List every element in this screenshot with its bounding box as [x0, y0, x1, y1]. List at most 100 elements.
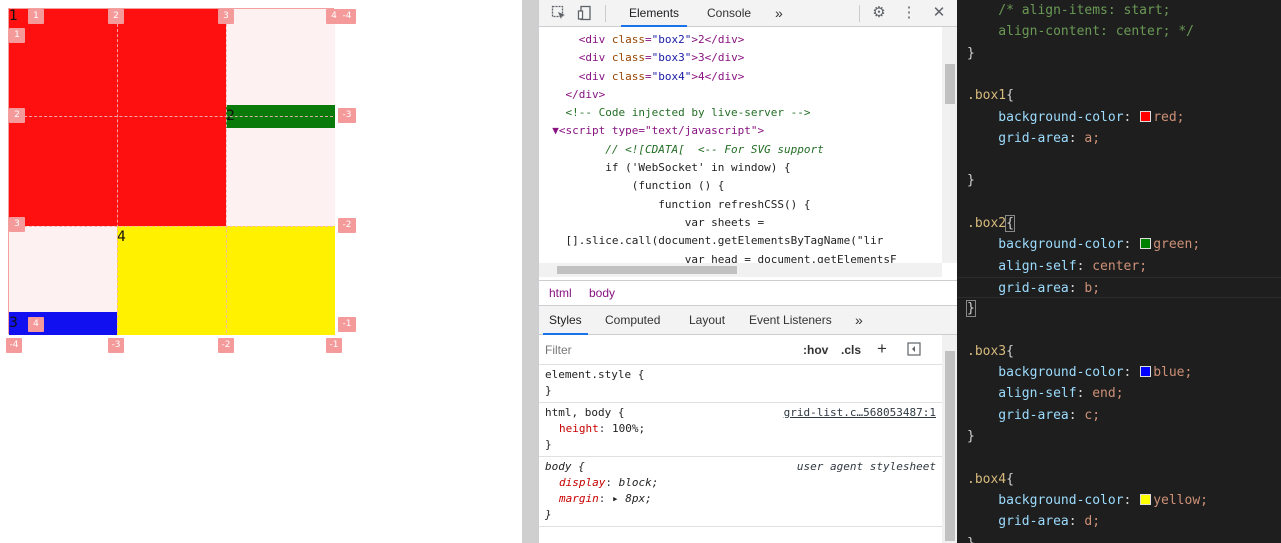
editor-declaration-line[interactable]: align-self: end;	[967, 383, 1123, 404]
more-tabs-button[interactable]: »	[775, 0, 783, 27]
devtools-toolbar: Elements Console » ⚙ ⋮ ✕	[539, 0, 958, 27]
dom-tree-scrollbar[interactable]	[942, 27, 958, 263]
editor-declaration-line[interactable]: grid-area: d;	[967, 511, 1100, 532]
css-property: grid-area	[967, 280, 1069, 296]
comment-text: /* align-items: start;	[967, 3, 1171, 18]
tab-event-listeners[interactable]: Event Listeners	[749, 306, 832, 335]
more-style-tabs-button[interactable]: »	[855, 306, 863, 335]
editor-declaration-line[interactable]: background-color: yellow;	[967, 490, 1208, 511]
open-brace: {	[1006, 343, 1014, 359]
dom-node[interactable]: <div class="box3">3</div>	[539, 49, 942, 67]
editor-declaration-line[interactable]: background-color: green;	[967, 234, 1200, 255]
hover-state-toggle[interactable]: :hov	[803, 343, 828, 357]
grid-line	[9, 226, 333, 227]
grid-col-badge: -3	[108, 338, 124, 353]
scrollbar-thumb[interactable]	[557, 266, 737, 274]
rule-source-link[interactable]: grid-list.c…568053487:1	[784, 405, 936, 421]
rule-close: }	[545, 438, 552, 451]
editor-selector-line[interactable]: .box1{	[967, 85, 1014, 106]
style-rules-list: element.style { } html, body { grid-list…	[539, 365, 942, 543]
styles-scrollbar[interactable]	[942, 335, 958, 543]
colon: :	[1123, 109, 1140, 125]
rule-selector: element.style {	[545, 368, 645, 381]
style-rule[interactable]: html, body { grid-list.c…568053487:1 hei…	[539, 403, 942, 457]
editor-brace-line[interactable]: }	[967, 426, 975, 447]
tab-styles[interactable]: Styles	[543, 306, 588, 335]
inspect-element-icon[interactable]	[551, 5, 567, 21]
open-brace: {	[1006, 88, 1014, 104]
new-style-rule-icon[interactable]: +	[877, 339, 887, 359]
style-property[interactable]: height: 100%;	[545, 421, 938, 437]
close-icon[interactable]: ✕	[931, 5, 947, 21]
editor-comment-line[interactable]: /* align-items: start;	[967, 0, 1171, 21]
breadcrumb-html[interactable]: html	[549, 286, 572, 300]
style-rule[interactable]: body { user agent stylesheet display: bl…	[539, 457, 942, 527]
editor-brace-line[interactable]: }	[967, 170, 975, 191]
style-property[interactable]: margin: ▸ 8px;	[545, 491, 938, 507]
scrollbar-thumb[interactable]	[945, 64, 955, 104]
css-value: yellow;	[1153, 492, 1208, 508]
css-property: background-color	[967, 237, 1124, 253]
box3-label: 3	[9, 315, 18, 331]
styles-filter-input[interactable]	[543, 340, 783, 360]
grid-item-box3: 3	[9, 312, 117, 335]
editor-declaration-line[interactable]: grid-area: a;	[967, 128, 1100, 149]
dom-tree-hscrollbar[interactable]	[539, 263, 942, 277]
dom-comment[interactable]: <!-- Code injected by live-server -->	[539, 104, 942, 122]
css-value: d;	[1084, 514, 1101, 530]
toolbar-divider	[859, 5, 860, 22]
tab-layout[interactable]: Layout	[689, 306, 725, 335]
class-toggle[interactable]: .cls	[841, 343, 861, 357]
tab-console[interactable]: Console	[699, 0, 759, 27]
toggle-sidebar-icon[interactable]	[907, 342, 921, 359]
editor-selector-line[interactable]: .box4{	[967, 469, 1014, 490]
close-brace: }	[966, 300, 976, 318]
style-rule[interactable]: element.style { }	[539, 365, 942, 403]
css-selector: .box1	[967, 88, 1007, 104]
comment-text: align-content: center; */	[967, 24, 1194, 40]
dom-tree[interactable]: <div class="box2">2</div> <div class="bo…	[539, 27, 942, 263]
editor-declaration-line[interactable]: grid-area: b;	[957, 276, 1281, 298]
css-selector: .box4	[967, 471, 1007, 487]
color-swatch-icon[interactable]	[1140, 238, 1152, 250]
script-line: if ('WebSocket' in window) {	[539, 161, 791, 175]
editor-brace-line[interactable]: }	[967, 43, 975, 64]
dom-node[interactable]: <div class="box2">2</div>	[539, 31, 942, 49]
editor-brace-line[interactable]: }	[966, 298, 976, 319]
dom-node[interactable]: <div class="box4">4</div>	[539, 68, 942, 86]
grid-line	[9, 116, 333, 117]
editor-selector-line[interactable]: .box3{	[967, 341, 1014, 362]
colon: :	[1123, 492, 1140, 508]
color-swatch-icon[interactable]	[1140, 493, 1152, 505]
editor-declaration-line[interactable]: grid-area: c;	[967, 405, 1100, 426]
editor-brace-line[interactable]: }	[967, 533, 975, 543]
editor-selector-line[interactable]: .box2{	[967, 213, 1015, 234]
breadcrumb: html body	[539, 280, 958, 306]
editor-declaration-line[interactable]: align-self: center;	[967, 256, 1147, 277]
colon: :	[1123, 365, 1140, 381]
panel-resizer[interactable]	[522, 0, 538, 543]
devtools-panel: Elements Console » ⚙ ⋮ ✕ <div class="box…	[538, 0, 958, 543]
breadcrumb-body[interactable]: body	[589, 286, 615, 300]
color-swatch-icon[interactable]	[1140, 110, 1152, 122]
editor-comment-line[interactable]: align-content: center; */	[967, 21, 1194, 42]
dom-node[interactable]: </div>	[539, 86, 942, 104]
settings-gear-icon[interactable]: ⚙	[871, 5, 887, 21]
css-property: align-self	[967, 386, 1077, 402]
grid-row-badge: 3	[9, 217, 25, 232]
code-editor[interactable]: /* align-items: start; align-content: ce…	[957, 0, 1281, 543]
color-swatch-icon[interactable]	[1140, 366, 1152, 378]
editor-declaration-line[interactable]: background-color: blue;	[967, 362, 1192, 383]
more-options-icon[interactable]: ⋮	[901, 5, 917, 21]
device-toolbar-icon[interactable]	[577, 5, 593, 21]
tab-computed[interactable]: Computed	[605, 306, 660, 335]
tab-elements[interactable]: Elements	[621, 0, 688, 27]
box4-label: 4	[117, 229, 126, 245]
style-property[interactable]: display: block;	[545, 475, 938, 491]
dom-node-script[interactable]: ▼<script type="text/javascript">	[539, 122, 942, 140]
grid-col-badge: -2	[218, 338, 234, 353]
open-brace: {	[1005, 215, 1015, 232]
colon: :	[1076, 386, 1093, 402]
scrollbar-thumb[interactable]	[945, 351, 955, 541]
editor-declaration-line[interactable]: background-color: red;	[967, 107, 1184, 128]
